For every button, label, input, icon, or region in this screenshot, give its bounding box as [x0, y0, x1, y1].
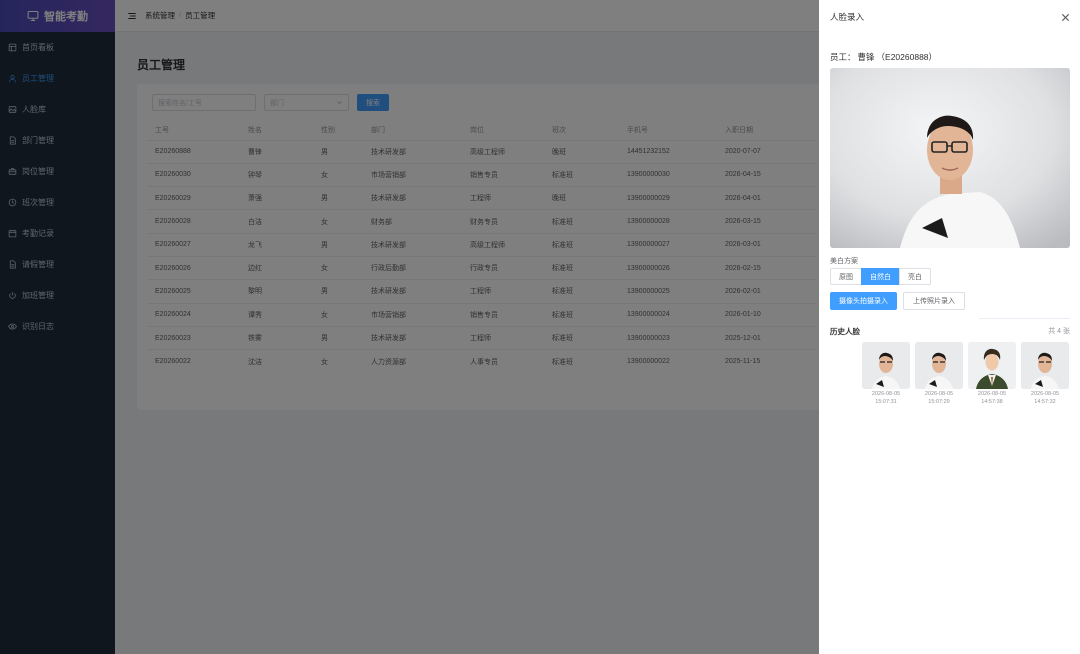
drawer-header: 人脸录入	[819, 0, 1080, 34]
employee-name: 曹锋	[857, 52, 875, 62]
face-thumbnail	[1021, 342, 1069, 389]
history-face-time: 2026-08-05 15:07:31	[871, 391, 901, 405]
face-thumbnail	[968, 342, 1016, 389]
history-title: 历史人脸	[830, 327, 860, 336]
drawer-overlay[interactable]	[0, 0, 819, 654]
camera-capture-button[interactable]: 摄像头拍摄录入	[830, 292, 897, 310]
drawer-title: 人脸录入	[830, 12, 865, 22]
history-face-time: 2026-08-05 15:07:29	[924, 391, 954, 405]
face-thumbnail	[862, 342, 910, 389]
employee-label: 员工：	[830, 52, 856, 62]
upload-photo-button[interactable]: 上传照片录入	[903, 292, 965, 310]
history-face-list: 2026-08-05 15:07:31 2026-08-05 15:07:29 …	[862, 342, 1069, 406]
history-face-item[interactable]: 2026-08-05 14:57:32	[1021, 342, 1069, 406]
history-face-time: 2026-08-05 14:57:32	[1030, 391, 1060, 405]
beauty-mode-selector: 原图 自然白 亮白	[830, 268, 931, 285]
face-thumbnail	[915, 342, 963, 389]
camera-preview	[830, 68, 1070, 248]
beauty-option-original[interactable]: 原图	[830, 268, 862, 285]
employee-info: 员工： 曹锋 （E20260888）	[830, 51, 937, 63]
enroll-actions: 摄像头拍摄录入 上传照片录入	[830, 292, 965, 310]
face-enroll-drawer: 人脸录入 员工： 曹锋 （E20260888） 美白方案 原图 自然白 亮白 摄…	[819, 0, 1080, 654]
employee-id: （E20260888）	[876, 52, 938, 62]
beauty-option-bright[interactable]: 亮白	[899, 268, 931, 285]
beauty-label: 美白方案	[830, 258, 858, 265]
history-face-item[interactable]: 2026-08-05 15:07:31	[862, 342, 910, 406]
divider	[979, 318, 1070, 319]
history-face-item[interactable]: 2026-08-05 15:07:29	[915, 342, 963, 406]
close-icon[interactable]	[1061, 13, 1070, 22]
beauty-option-natural[interactable]: 自然白	[861, 268, 900, 285]
history-face-item[interactable]: 2026-08-05 14:57:38	[968, 342, 1016, 406]
camera-frame-image	[830, 68, 1070, 248]
history-count: 共 4 张	[1048, 328, 1070, 335]
history-face-time: 2026-08-05 14:57:38	[977, 391, 1007, 405]
history-header: 历史人脸 共 4 张	[830, 326, 1070, 337]
